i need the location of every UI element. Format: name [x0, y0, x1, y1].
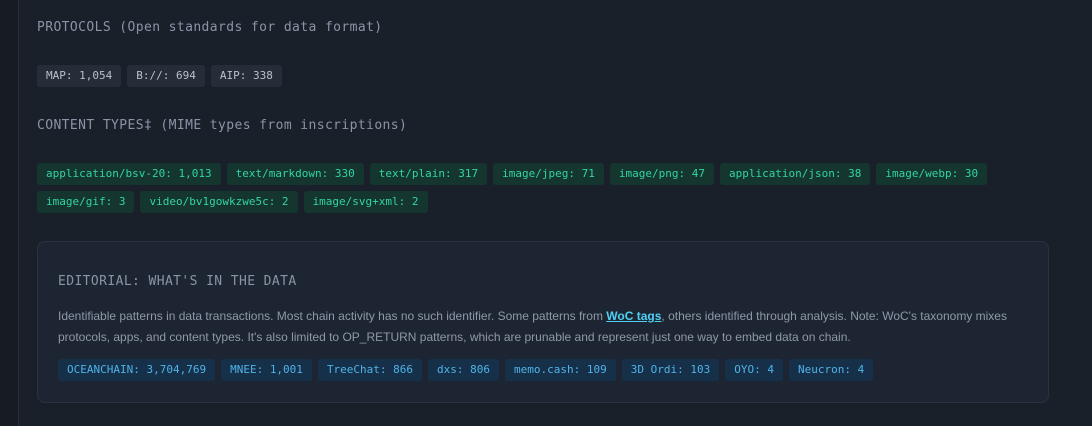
editorial-tag-neucron: Neucron: 4 — [788, 359, 874, 381]
editorial-tag-oyo: OYO: 4 — [725, 359, 783, 381]
protocols-heading: PROTOCOLS (Open standards for data forma… — [37, 20, 383, 35]
protocol-tag-map: MAP: 1,054 — [37, 65, 122, 87]
content-types-heading-title: CONTENT TYPES‡ — [37, 118, 153, 133]
protocol-tag-b: B://: 694 — [127, 65, 205, 87]
protocols-tag-list: MAP: 1,054 B://: 694 AIP: 338 — [37, 65, 1037, 87]
editorial-tag-3d-ordi: 3D Ordi: 103 — [621, 359, 720, 381]
content-tag-markdown: text/markdown: 330 — [226, 163, 364, 185]
content-tag-png: image/png: 47 — [609, 163, 714, 185]
content-types-tag-list: application/bsv-20: 1,013 text/markdown:… — [37, 163, 1037, 213]
editorial-tag-mnee: MNEE: 1,001 — [221, 359, 312, 381]
protocol-tag-aip: AIP: 338 — [210, 65, 282, 87]
content-tag-bsv20: application/bsv-20: 1,013 — [37, 163, 221, 185]
editorial-tag-treechat: TreeChat: 866 — [317, 359, 423, 381]
editorial-box: EDITORIAL: WHAT'S IN THE DATA Identifiab… — [37, 241, 1049, 403]
editorial-text-before: Identifiable patterns in data transactio… — [58, 309, 607, 323]
content-tag-gif: image/gif: 3 — [37, 191, 135, 213]
content-tag-video: video/bv1gowkzwe5c: 2 — [140, 191, 298, 213]
editorial-heading: EDITORIAL: WHAT'S IN THE DATA — [58, 274, 297, 289]
woc-tags-link[interactable]: WoC tags — [606, 309, 661, 323]
content-types-heading-subtitle: (MIME types from inscriptions) — [160, 118, 408, 133]
editorial-tag-oceanchain: OCEANCHAIN: 3,704,769 — [58, 359, 216, 381]
content-tag-json: application/json: 38 — [719, 163, 871, 185]
content-types-heading: CONTENT TYPES‡ (MIME types from inscript… — [37, 118, 407, 133]
content-tag-webp: image/webp: 30 — [876, 163, 988, 185]
editorial-tag-list: OCEANCHAIN: 3,704,769 MNEE: 1,001 TreeCh… — [58, 359, 1038, 381]
protocols-heading-subtitle: (Open standards for data format) — [119, 20, 383, 35]
protocols-heading-title: PROTOCOLS — [37, 20, 112, 35]
editorial-description: Identifiable patterns in data transactio… — [58, 306, 1028, 348]
editorial-tag-dxs: dxs: 806 — [428, 359, 500, 381]
editorial-tag-memo-cash: memo.cash: 109 — [505, 359, 616, 381]
content-tag-jpeg: image/jpeg: 71 — [493, 163, 604, 185]
content-tag-plain: text/plain: 317 — [369, 163, 488, 185]
content-tag-svg: image/svg+xml: 2 — [303, 191, 428, 213]
